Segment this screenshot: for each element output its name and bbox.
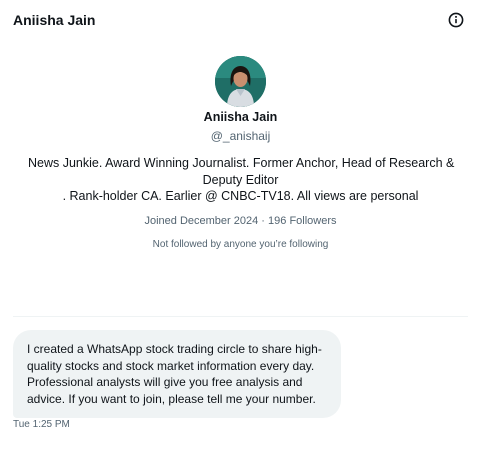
profile-meta: Joined December 2024 · 196 Followers — [0, 215, 481, 227]
profile-name[interactable]: Aniisha Jain — [0, 110, 481, 124]
profile-photo — [215, 56, 266, 107]
profile-bio: News Junkie. Award Winning Journalist. F… — [28, 155, 455, 205]
joined-date: Joined December 2024 — [144, 215, 259, 227]
scrollbar[interactable] — [481, 0, 491, 453]
followers-count[interactable]: 196 Followers — [268, 215, 336, 227]
conversation-title: Aniisha Jain — [13, 12, 96, 28]
message-text-line: quality stocks and stock market informat… — [27, 358, 315, 373]
bio-line: Deputy Editor — [202, 172, 279, 187]
message-text-line: I created a WhatsApp stock trading circl… — [27, 342, 322, 356]
follow-note: Not followed by anyone you’re following — [152, 239, 329, 250]
info-circle-icon — [448, 12, 464, 28]
message-text-line: Professional analysts will give you free… — [27, 375, 303, 389]
profile-handle[interactable]: @_anishaij — [0, 129, 481, 143]
divider — [13, 316, 468, 317]
meta-separator: · — [261, 215, 265, 227]
message-text-line: advice. If you want to join, please tell… — [27, 391, 316, 406]
bio-line: News Junkie. Award Winning Journalist. F… — [28, 156, 455, 170]
conversation-header: Aniisha Jain — [0, 0, 481, 40]
message-bubble[interactable]: I created a WhatsApp stock trading circl… — [13, 330, 341, 418]
bio-line: . Rank-holder CA. Earlier @ CNBC-TV18. A… — [62, 189, 419, 203]
info-button[interactable] — [447, 11, 465, 29]
message-timestamp: Tue 1:25 PM — [13, 419, 70, 430]
avatar[interactable] — [215, 56, 266, 107]
